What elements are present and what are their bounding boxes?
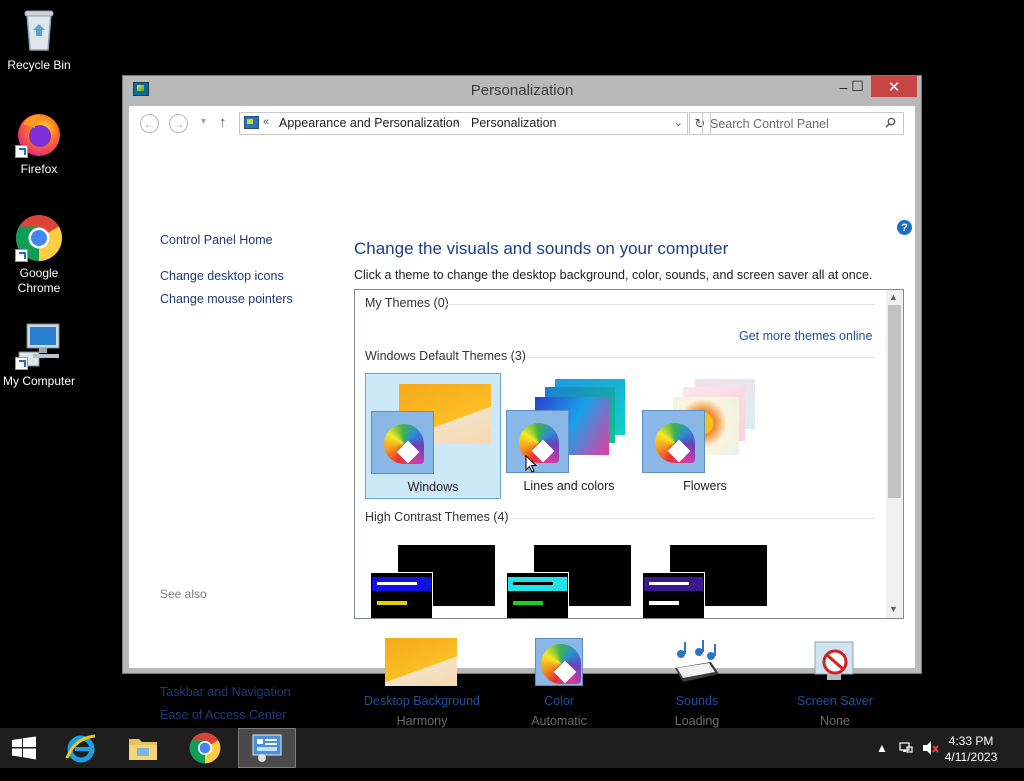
- group-high-contrast-themes[interactable]: High Contrast Themes (4): [365, 510, 509, 524]
- desktop-background-icon[interactable]: [385, 638, 457, 686]
- group-my-themes[interactable]: My Themes (0): [365, 296, 449, 310]
- desktop: Recycle Bin Firefox Google Chrome My Com…: [0, 0, 1024, 728]
- window-content: ← → ▼ ↑ « Appearance and Personalization…: [129, 106, 915, 728]
- back-button[interactable]: ←: [140, 114, 159, 133]
- desktop-background-value: Harmony: [396, 714, 448, 728]
- change-mouse-pointers-link[interactable]: Change mouse pointers: [160, 292, 293, 306]
- theme-high-contrast-1[interactable]: [365, 545, 501, 618]
- taskbar-control-panel[interactable]: [238, 728, 296, 768]
- network-icon[interactable]: [898, 740, 914, 756]
- theme-high-contrast-2[interactable]: [501, 545, 637, 618]
- taskbar-navigation-link[interactable]: Taskbar and Navigation: [160, 685, 291, 699]
- page-title: Change the visuals and sounds on your co…: [354, 239, 729, 258]
- get-more-themes-link[interactable]: Get more themes online: [739, 329, 872, 343]
- desktop-icon-label: Google Chrome: [17, 266, 61, 295]
- desktop-icon-firefox[interactable]: Firefox: [0, 110, 78, 177]
- palette-icon: [642, 410, 705, 473]
- breadcrumb-separator[interactable]: ›: [455, 116, 459, 128]
- shortcut-arrow-icon: [15, 249, 28, 262]
- help-icon[interactable]: ?: [897, 220, 912, 235]
- group-default-themes[interactable]: Windows Default Themes (3): [365, 349, 526, 363]
- theme-label: Flowers: [683, 479, 727, 493]
- forward-button[interactable]: →: [169, 114, 188, 133]
- group-divider: [445, 304, 875, 305]
- screen-saver-value: None: [820, 714, 850, 728]
- theme-list[interactable]: My Themes (0) Get more themes online Win…: [354, 289, 904, 619]
- change-desktop-icons-link[interactable]: Change desktop icons: [160, 269, 284, 283]
- desktop-background-link[interactable]: Desktop Background: [352, 694, 492, 708]
- color-icon[interactable]: [535, 638, 583, 686]
- see-also-title: See also: [160, 587, 207, 601]
- window-title: Personalization: [470, 82, 574, 99]
- taskbar-chrome[interactable]: [177, 728, 233, 768]
- close-button[interactable]: ✕: [871, 76, 917, 97]
- theme-high-contrast-3[interactable]: [637, 545, 773, 618]
- show-hidden-icons[interactable]: ▲: [876, 741, 888, 781]
- personalization-window: Personalization – ☐ ✕ ← → ▼ ↑ « Appearan…: [122, 75, 922, 728]
- navigation-bar: ← → ▼ ↑ « Appearance and Personalization…: [129, 106, 915, 142]
- address-bar[interactable]: « Appearance and Personalization › Perso…: [239, 112, 688, 135]
- color-link[interactable]: Color: [489, 694, 629, 708]
- control-panel-icon: [244, 116, 259, 129]
- theme-label: Lines and colors: [523, 479, 615, 493]
- clock[interactable]: 4:33 PM 4/11/2023: [936, 733, 1006, 765]
- scroll-down-arrow-icon[interactable]: ▼: [889, 604, 898, 614]
- chrome-icon: [15, 214, 63, 262]
- desktop-icon-label: Recycle Bin: [7, 58, 71, 72]
- desktop-icon-label: My Computer: [2, 374, 76, 388]
- search-input[interactable]: [703, 113, 879, 134]
- recycle-bin-icon: [15, 6, 63, 54]
- theme-label: Windows: [407, 480, 459, 494]
- breadcrumb-overflow[interactable]: «: [263, 116, 269, 128]
- breadcrumb-appearance[interactable]: Appearance and Personalization: [279, 116, 460, 130]
- internet-explorer-icon: [65, 734, 96, 763]
- theme-list-scrollbar[interactable]: ▲ ▼: [886, 290, 903, 618]
- color-value: Automatic: [531, 714, 587, 728]
- desktop-icon-my-computer[interactable]: My Computer: [0, 322, 78, 389]
- control-panel-home-link[interactable]: Control Panel Home: [160, 233, 273, 247]
- title-bar[interactable]: Personalization – ☐ ✕: [123, 76, 921, 106]
- palette-icon: [371, 411, 434, 474]
- control-panel-icon: [252, 734, 282, 762]
- file-explorer-icon: [129, 739, 157, 760]
- clock-time: 4:33 PM: [948, 734, 994, 748]
- scroll-up-arrow-icon[interactable]: ▲: [889, 292, 898, 302]
- palette-icon: [506, 410, 569, 473]
- shortcut-arrow-icon: [15, 145, 28, 158]
- mouse-cursor-icon: [525, 455, 537, 473]
- breadcrumb-personalization[interactable]: Personalization: [471, 116, 556, 130]
- clock-date: 4/11/2023: [944, 750, 998, 764]
- group-divider: [510, 518, 875, 519]
- screen-saver-link[interactable]: Screen Saver: [765, 694, 905, 708]
- start-icon: [12, 736, 36, 760]
- recent-locations-dropdown[interactable]: ▼: [199, 116, 208, 126]
- theme-windows[interactable]: Windows: [365, 373, 501, 499]
- screen-saver-icon[interactable]: [811, 638, 859, 686]
- theme-lines-and-colors[interactable]: Lines and colors: [501, 373, 637, 499]
- start-button[interactable]: [0, 728, 48, 768]
- computer-icon: [15, 322, 63, 370]
- desktop-icon-chrome[interactable]: Google Chrome: [0, 214, 78, 296]
- taskbar-internet-explorer[interactable]: [53, 728, 109, 768]
- page-description: Click a theme to change the desktop back…: [354, 268, 873, 282]
- scrollbar-thumb[interactable]: [888, 305, 901, 498]
- desktop-icon-recycle-bin[interactable]: Recycle Bin: [0, 6, 78, 73]
- firefox-icon: [15, 110, 63, 158]
- chrome-icon: [189, 732, 221, 764]
- maximize-button[interactable]: ☐: [844, 76, 871, 97]
- sounds-icon[interactable]: [671, 638, 723, 686]
- search-box[interactable]: [702, 112, 904, 135]
- desktop-icon-label: Firefox: [20, 162, 58, 176]
- ease-of-access-link[interactable]: Ease of Access Center: [160, 708, 286, 722]
- taskbar: ▲ 4:33 PM 4/11/2023: [0, 728, 1024, 768]
- theme-flowers[interactable]: Flowers: [637, 373, 773, 499]
- taskbar-file-explorer[interactable]: [115, 728, 171, 768]
- group-divider: [525, 357, 875, 358]
- search-icon[interactable]: [885, 117, 896, 128]
- address-dropdown[interactable]: ⌄: [674, 116, 683, 129]
- sounds-link[interactable]: Sounds: [627, 694, 767, 708]
- up-button[interactable]: ↑: [219, 114, 227, 131]
- shortcut-arrow-icon: [15, 357, 28, 370]
- sounds-value: Loading: [674, 714, 720, 728]
